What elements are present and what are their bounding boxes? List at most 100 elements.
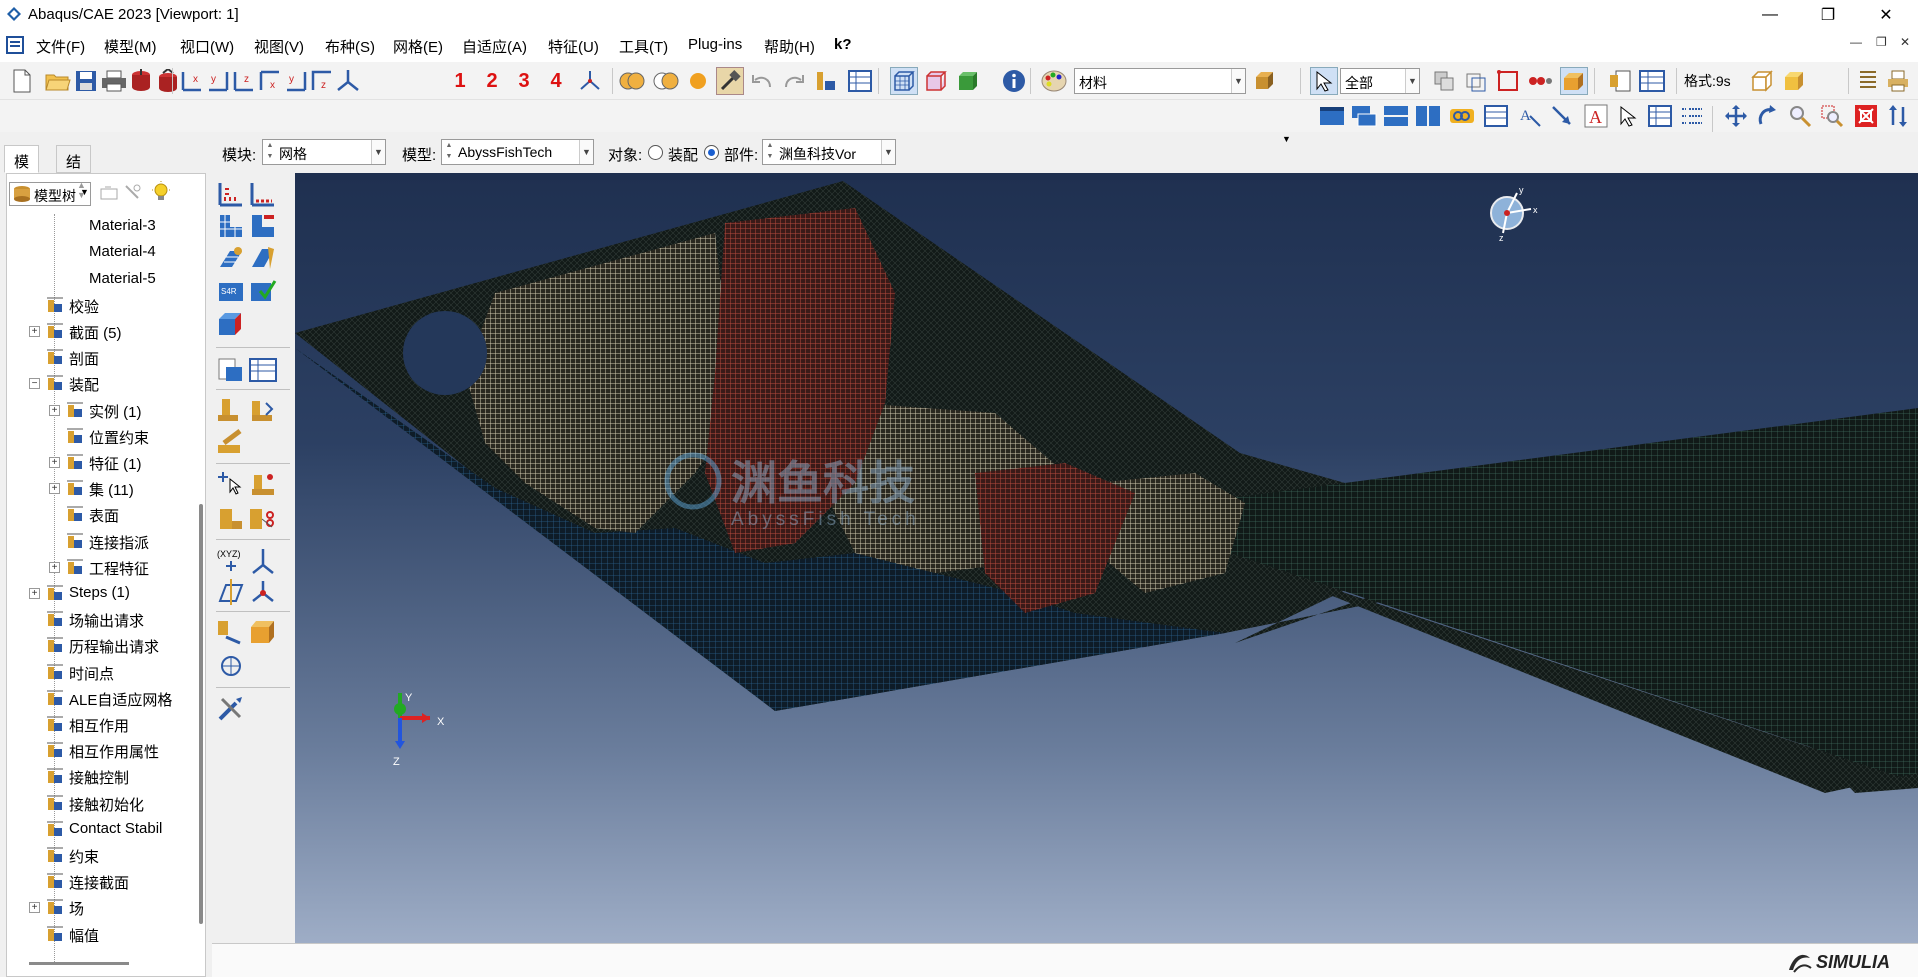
- model-combo[interactable]: ▲ ▼ AbyssFishTech ▼: [441, 139, 594, 165]
- tree-item[interactable]: 幅值: [45, 922, 195, 946]
- seed-part-tool-icon[interactable]: [216, 179, 246, 209]
- expand-icon[interactable]: +: [29, 902, 40, 914]
- selection-filter-combo[interactable]: 全部 ▼: [1340, 68, 1420, 94]
- toolbar-options-button[interactable]: [1854, 67, 1882, 95]
- assign-element-type-tool-icon[interactable]: S4R: [216, 275, 246, 305]
- view-back-button[interactable]: y: [204, 67, 232, 95]
- tree-item[interactable]: 表面: [65, 502, 195, 526]
- viewport-tile-h-button[interactable]: [1382, 102, 1410, 130]
- element-type-tool-icon[interactable]: [248, 243, 278, 273]
- mdi-minimize-button[interactable]: —: [1850, 35, 1862, 49]
- redo-button[interactable]: [780, 67, 808, 95]
- tree-item[interactable]: 截面 (5): [45, 319, 195, 343]
- pan-button[interactable]: [1722, 102, 1750, 130]
- tree-item[interactable]: 接触初始化: [45, 791, 195, 815]
- color-code-combo[interactable]: 材料 ▼: [1074, 68, 1246, 94]
- mesh-controls-tool-icon[interactable]: [216, 243, 246, 273]
- menu-help[interactable]: 帮助(H): [764, 36, 815, 57]
- tree-parent-icon[interactable]: [99, 183, 119, 201]
- expand-icon[interactable]: +: [49, 404, 60, 416]
- verify-mesh-tool-icon[interactable]: [248, 275, 278, 305]
- open-button[interactable]: [44, 67, 72, 95]
- annotation-select-button[interactable]: [1614, 102, 1642, 130]
- rotate-button[interactable]: [1754, 102, 1782, 130]
- create-datum-point-tool-icon[interactable]: [216, 395, 246, 425]
- view-iso-button[interactable]: [334, 67, 362, 95]
- info-button[interactable]: [1000, 67, 1028, 95]
- drag-shape-button[interactable]: [1494, 67, 1522, 95]
- selection-options-button[interactable]: [1430, 67, 1458, 95]
- tree-vertical-scrollbar[interactable]: [199, 504, 203, 924]
- part-radio[interactable]: [704, 145, 719, 160]
- partition-cell-block-tool-icon[interactable]: [248, 617, 278, 647]
- render-wireframe-button[interactable]: [890, 67, 918, 95]
- mesh-region-tool-icon[interactable]: [248, 211, 278, 241]
- repair-tools-icon[interactable]: [216, 693, 246, 723]
- select-entities-button[interactable]: [1560, 67, 1588, 95]
- expand-icon[interactable]: +: [49, 561, 60, 573]
- select-nodes-button[interactable]: [1526, 67, 1554, 95]
- assembly-radio[interactable]: [648, 145, 663, 160]
- tree-item[interactable]: 相互作用: [45, 712, 195, 736]
- tree-item[interactable]: ALE自适应网格: [45, 686, 195, 710]
- cut-mesh-tool-icon[interactable]: [248, 503, 278, 533]
- zoom-button[interactable]: [1786, 102, 1814, 130]
- select-in-box-button[interactable]: [1462, 67, 1490, 95]
- view-left-button[interactable]: y: [282, 67, 310, 95]
- edit-mesh-tool-icon[interactable]: [216, 355, 246, 385]
- tree-item[interactable]: 校验: [45, 293, 195, 317]
- menu-whats-this[interactable]: k?: [834, 36, 852, 53]
- tree-item[interactable]: 相互作用属性: [45, 738, 195, 762]
- viewport-canvas[interactable]: 渊鱼科技 AbyssFish Tech x y z Y X Z: [295, 173, 1918, 943]
- mdi-restore-button[interactable]: ❐: [1876, 35, 1887, 49]
- tree-item[interactable]: 接触控制: [45, 764, 195, 788]
- mesh-manager-tool-icon[interactable]: [248, 355, 278, 385]
- new-model-button[interactable]: [8, 67, 36, 95]
- manager-button[interactable]: [1606, 67, 1634, 95]
- hammer-tool-button[interactable]: [716, 67, 744, 95]
- render-hidden-button[interactable]: [922, 67, 950, 95]
- cycle-views-button[interactable]: [1884, 102, 1912, 130]
- datum-point-xyz-tool-icon[interactable]: (XYZ): [216, 545, 246, 575]
- color-code-button[interactable]: [1040, 67, 1068, 95]
- arrow-annotation-button[interactable]: [1548, 102, 1576, 130]
- lightbulb-icon[interactable]: [151, 181, 171, 203]
- sphere-button[interactable]: [684, 67, 712, 95]
- mesh-part-tool-icon[interactable]: [216, 211, 246, 241]
- partition-face-tool-icon[interactable]: [248, 395, 278, 425]
- close-button[interactable]: ✕: [1858, 0, 1914, 30]
- datum-view-1-button[interactable]: 1: [446, 67, 474, 95]
- print-preview-button[interactable]: [1884, 67, 1912, 95]
- create-text-button[interactable]: A: [1582, 102, 1610, 130]
- tree-item[interactable]: 场输出请求: [45, 607, 195, 631]
- import-odb-button[interactable]: [127, 67, 155, 95]
- list-annotations-button[interactable]: [1678, 102, 1706, 130]
- restore-button[interactable]: ❐: [1800, 0, 1856, 30]
- tree-horizontal-scrollbar[interactable]: [29, 962, 129, 965]
- select-cursor-button[interactable]: [1310, 67, 1338, 95]
- tree-item[interactable]: Material-3: [65, 214, 195, 238]
- expand-icon[interactable]: +: [49, 457, 60, 468]
- menu-seed[interactable]: 布种(S): [325, 36, 375, 57]
- menu-viewport[interactable]: 视口(W): [180, 36, 234, 57]
- menu-model[interactable]: 模型(M): [104, 36, 157, 57]
- module-combo[interactable]: ▲ ▼ 网格 ▼: [262, 139, 386, 165]
- tree-item[interactable]: Contact Stabil: [45, 817, 195, 841]
- partition-cell-tool-icon[interactable]: [216, 309, 246, 339]
- view-cube-button[interactable]: [1748, 67, 1776, 95]
- menu-view[interactable]: 视图(V): [254, 36, 304, 57]
- partition-edge-tool-icon[interactable]: [216, 617, 246, 647]
- collapse-icon[interactable]: −: [29, 378, 40, 390]
- tree-item[interactable]: 历程输出请求: [45, 633, 195, 657]
- datum-view-3-button[interactable]: 3: [510, 67, 538, 95]
- tree-item[interactable]: 位置约束: [65, 424, 195, 448]
- color-options-button[interactable]: [1252, 67, 1280, 95]
- save-button[interactable]: [72, 67, 100, 95]
- expand-icon[interactable]: +: [29, 326, 40, 337]
- triad-view-button[interactable]: [576, 67, 604, 95]
- tree-item[interactable]: 装配: [45, 371, 195, 395]
- datum-axis-tool-icon[interactable]: [248, 545, 278, 575]
- datum-view-4-button[interactable]: 4: [542, 67, 570, 95]
- text-annotation-button[interactable]: A: [1516, 102, 1544, 130]
- view-front-button[interactable]: x: [178, 67, 206, 95]
